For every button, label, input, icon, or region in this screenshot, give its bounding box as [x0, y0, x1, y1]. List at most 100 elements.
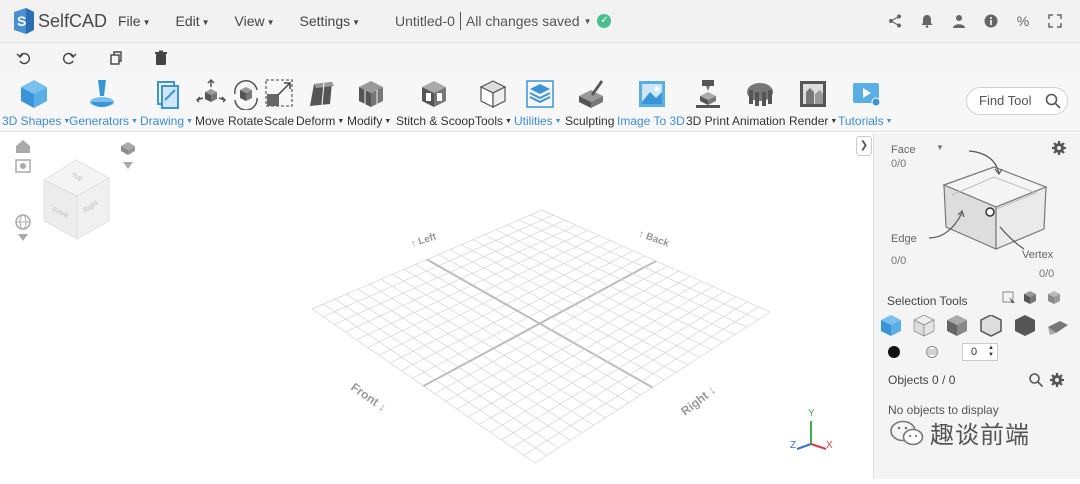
select-group-icon[interactable]: [1048, 291, 1060, 304]
globe-icon[interactable]: [15, 214, 31, 241]
camera-icon[interactable]: [15, 159, 31, 173]
menu-settings[interactable]: Settings ▼: [300, 13, 361, 29]
tool-sculpting[interactable]: Sculpting: [565, 72, 615, 132]
stepper-arrows-icon[interactable]: ▲ ▼: [988, 345, 994, 359]
axes-gizmo: Y X Z: [790, 408, 833, 451]
tool-label: Modify ▼: [347, 114, 392, 128]
select-polygon-mode-icon[interactable]: [947, 315, 967, 336]
select-object-icon[interactable]: [1024, 291, 1036, 304]
undo-icon[interactable]: [16, 50, 32, 66]
document-title[interactable]: Untitled-0: [395, 13, 455, 29]
tool-utilities[interactable]: Utilities ▼: [514, 72, 564, 132]
menu-view-label: View: [234, 13, 265, 29]
search-icon[interactable]: [1029, 373, 1043, 387]
svg-text:X: X: [826, 440, 833, 451]
search-icon[interactable]: [1045, 93, 1061, 109]
tool-label: Utilities ▼: [514, 114, 562, 128]
home-icon[interactable]: [16, 140, 30, 153]
copy-icon[interactable]: [108, 50, 124, 66]
redo-icon[interactable]: [61, 50, 77, 66]
grid-line: [518, 219, 747, 328]
image-icon: [639, 81, 665, 107]
divider: [459, 12, 461, 30]
select-cursor-icon[interactable]: [1002, 291, 1015, 303]
grid-label-right: Right ↓: [678, 383, 718, 419]
tool-label: 3D Shapes ▼: [2, 114, 71, 128]
tool-label: Render ▼: [789, 114, 838, 128]
selfcad-logo-icon: S: [14, 8, 34, 34]
grid-line: [501, 296, 736, 441]
tool-rotate[interactable]: Rotate: [228, 72, 264, 132]
view-cube[interactable]: Top Front Right: [42, 159, 111, 240]
fullscreen-icon[interactable]: [1046, 12, 1064, 30]
watermark: 趣谈前端: [890, 415, 1030, 450]
tool-render[interactable]: Render ▼: [789, 72, 837, 132]
tool-deform[interactable]: Deform ▼: [296, 72, 346, 132]
tool-modify[interactable]: Modify ▼: [347, 72, 395, 132]
gear-icon[interactable]: [1050, 373, 1064, 387]
texture-icon[interactable]: [926, 346, 938, 358]
menu-file-label: File: [118, 13, 141, 29]
select-object-mode-icon[interactable]: [881, 315, 901, 336]
animation-icon: [747, 83, 773, 106]
gear-icon[interactable]: [1052, 141, 1066, 155]
tool-drawing[interactable]: Drawing ▼: [140, 72, 194, 132]
tool-3d-shapes[interactable]: 3D Shapes ▼: [0, 72, 70, 132]
generator-icon: [90, 80, 114, 107]
tool-label: Generators ▼: [69, 114, 138, 128]
top-bar: S SelfCAD File ▼ Edit ▼ View ▼ Settings ▼ Un…: [0, 0, 1080, 42]
edge-label: Edge: [891, 233, 917, 245]
save-status[interactable]: All changes saved: [466, 13, 580, 29]
app-logo[interactable]: S SelfCAD: [12, 8, 112, 34]
select-plane-mode-icon[interactable]: [1048, 321, 1068, 335]
tools-icon: [479, 80, 507, 108]
tool-generators[interactable]: Generators ▼: [68, 72, 138, 132]
panel-collapse-button[interactable]: ❯: [856, 136, 872, 156]
find-tool-input[interactable]: Find Tool: [966, 87, 1068, 115]
tool-animation[interactable]: Animation: [732, 72, 788, 132]
tool-3d-print[interactable]: 3D Print: [686, 72, 730, 132]
svg-text:Z: Z: [790, 440, 796, 451]
grid-label-front: Front ↓: [348, 380, 389, 414]
tool-label: Deform ▼: [296, 114, 345, 128]
tool-scale[interactable]: Scale: [264, 72, 296, 132]
tool-stitch-scoop[interactable]: Stitch & Scoop: [396, 72, 475, 132]
percent-icon[interactable]: %: [1014, 12, 1032, 30]
tool-image-to-3d[interactable]: Image To 3D: [616, 72, 686, 132]
user-icon[interactable]: [950, 12, 968, 30]
3d-viewport[interactable]: Top Front Right ↑ Left ↑ Back Front ↓ Ri…: [0, 133, 873, 479]
edit-bar: [0, 42, 1080, 72]
svg-text:Right ↓: Right ↓: [678, 383, 718, 419]
delete-icon[interactable]: [153, 50, 169, 66]
tool-tools[interactable]: Tools ▼: [475, 72, 513, 132]
menu-edit[interactable]: Edit ▼: [175, 13, 209, 29]
color-swatch[interactable]: [888, 346, 900, 358]
sculpting-icon: [579, 80, 603, 108]
grid-label-back: ↑ Back: [637, 228, 671, 249]
svg-text:S: S: [17, 13, 26, 29]
svg-text:Y: Y: [808, 408, 815, 419]
caret-icon: ▼: [266, 17, 275, 27]
tool-tutorials[interactable]: Tutorials ▼: [838, 72, 896, 132]
tool-label: Move: [195, 114, 225, 128]
document-title-area: Untitled-0 All changes saved ▼ ✓: [395, 12, 612, 30]
info-icon[interactable]: [982, 12, 1000, 30]
drawing-icon: [157, 81, 179, 109]
saved-check-icon: ✓: [597, 14, 612, 28]
value-stepper[interactable]: 0 ▲ ▼: [962, 343, 998, 361]
scale-icon: [265, 79, 293, 107]
menu-view[interactable]: View ▼: [235, 13, 275, 29]
share-icon[interactable]: [886, 12, 904, 30]
select-edge-mode-icon[interactable]: [980, 314, 1002, 337]
caret-icon[interactable]: ▼: [584, 17, 592, 26]
watermark-text: 趣谈前端: [930, 422, 1030, 449]
select-vertex-mode-icon[interactable]: [1015, 315, 1035, 336]
viewport-canvas[interactable]: Top Front Right ↑ Left ↑ Back Front ↓ Ri…: [0, 133, 873, 479]
tool-move[interactable]: Move: [195, 72, 227, 132]
caret-icon: ▼: [201, 17, 210, 27]
menu-file[interactable]: File ▼: [118, 13, 150, 29]
select-face-mode-icon[interactable]: [913, 314, 935, 337]
view-cube-settings-icon[interactable]: [121, 142, 135, 169]
bell-icon[interactable]: [918, 12, 936, 30]
selection-mode-diagram[interactable]: [924, 143, 1054, 253]
